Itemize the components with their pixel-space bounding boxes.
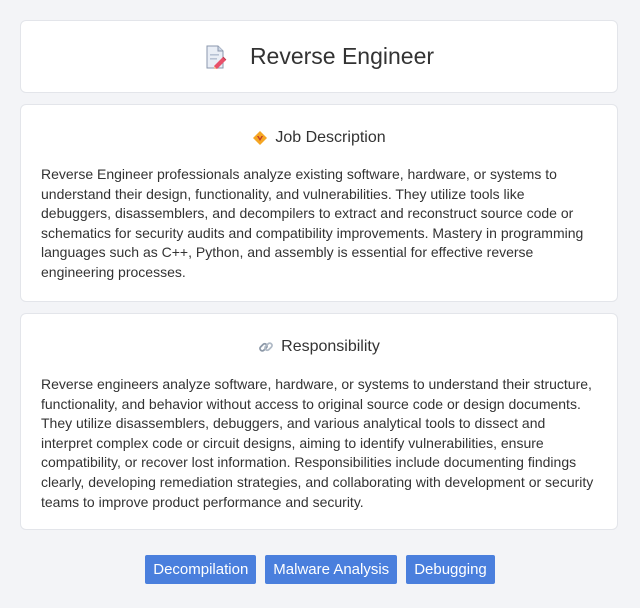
document-pencil-icon [204,44,228,70]
job-description-card: Job Description Reverse Engineer profess… [20,104,618,302]
job-description-header: Job Description [21,127,617,149]
link-icon [258,339,274,355]
job-description-text: Reverse Engineer professionals analyze e… [41,166,584,280]
responsibility-card: Responsibility Reverse engineers analyze… [20,313,618,530]
job-description-heading: Job Description [275,129,386,146]
responsibility-heading: Responsibility [281,338,380,355]
responsibility-text: Reverse engineers analyze software, hard… [41,376,594,510]
title-card: Reverse Engineer [20,20,618,93]
tag-malware-analysis[interactable]: Malware Analysis [265,555,398,584]
diamond-badge-icon [252,130,268,146]
tag-list: Decompilation Malware Analysis Debugging [0,555,640,584]
page-title: Reverse Engineer [249,43,435,69]
tag-debugging[interactable]: Debugging [406,555,495,584]
responsibility-header: Responsibility [21,336,617,358]
tag-decompilation[interactable]: Decompilation [145,555,257,584]
